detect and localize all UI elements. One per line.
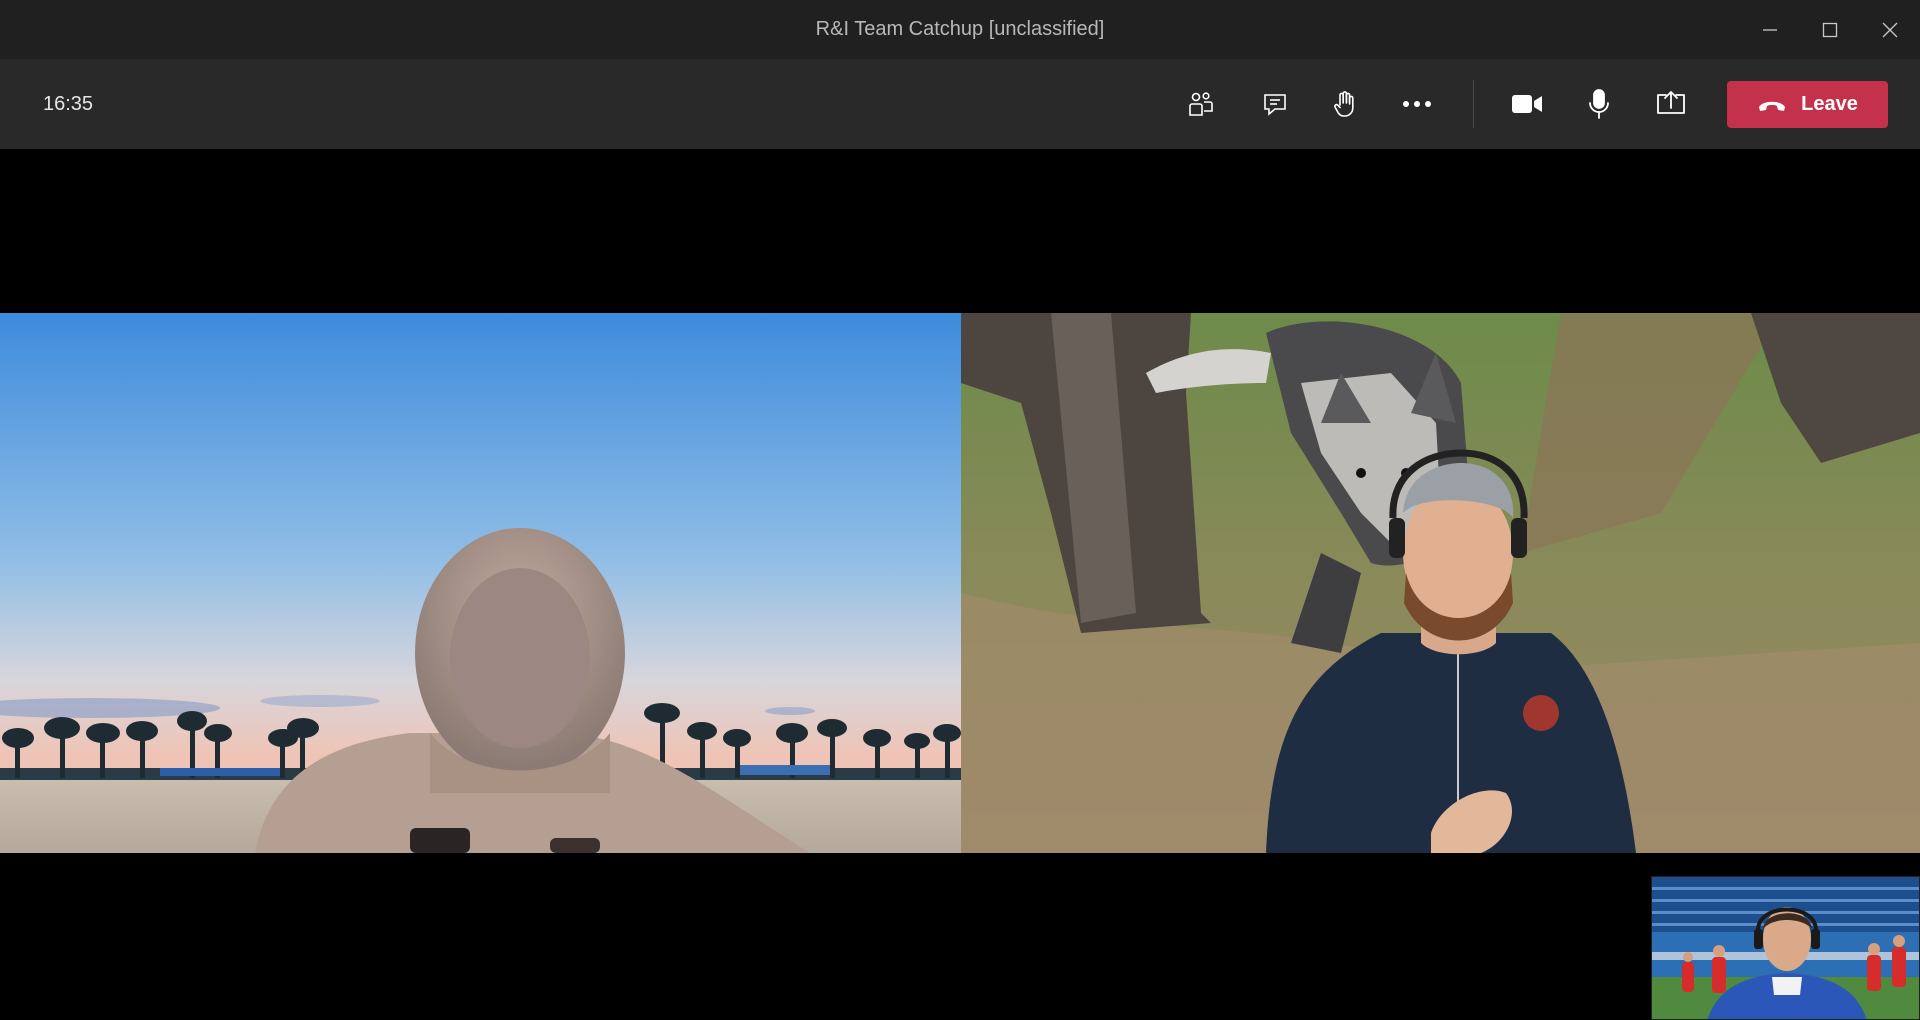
- raise-hand-button[interactable]: [1320, 79, 1370, 129]
- minimize-icon: [1763, 28, 1777, 31]
- window-titlebar: R&I Team Catchup [unclassified]: [0, 0, 1920, 60]
- maximize-button[interactable]: [1800, 0, 1860, 59]
- maximize-icon: [1822, 22, 1838, 37]
- participant-2-video[interactable]: [961, 313, 1920, 853]
- more-icon: [1403, 101, 1431, 107]
- participants-button[interactable]: [1176, 79, 1226, 129]
- share-screen-button[interactable]: [1646, 79, 1696, 129]
- participant-1-video[interactable]: [0, 313, 961, 853]
- microphone-button[interactable]: [1574, 79, 1624, 129]
- microphone-icon: [1589, 89, 1609, 119]
- people-icon: [1189, 92, 1213, 116]
- close-icon: [1882, 22, 1898, 37]
- minimize-button[interactable]: [1740, 0, 1800, 59]
- chat-icon: [1264, 94, 1286, 116]
- window-title: R&I Team Catchup [unclassified]: [815, 18, 1105, 40]
- camera-icon: [1512, 95, 1542, 113]
- meeting-clock: 16:35: [43, 93, 94, 115]
- self-view-video[interactable]: [1651, 876, 1920, 1020]
- hand-icon: [1334, 91, 1354, 117]
- close-button[interactable]: [1860, 0, 1920, 59]
- share-screen-icon: [1657, 91, 1685, 114]
- more-actions-button[interactable]: [1392, 79, 1442, 129]
- leave-label: Leave: [1801, 93, 1858, 115]
- camera-button[interactable]: [1502, 79, 1552, 129]
- chat-button[interactable]: [1250, 79, 1300, 129]
- meeting-toolbar: 16:35 Leave: [0, 59, 1920, 149]
- hang-up-icon: [1759, 101, 1786, 111]
- leave-button[interactable]: Leave: [1727, 81, 1888, 128]
- toolbar-divider: [1473, 80, 1474, 128]
